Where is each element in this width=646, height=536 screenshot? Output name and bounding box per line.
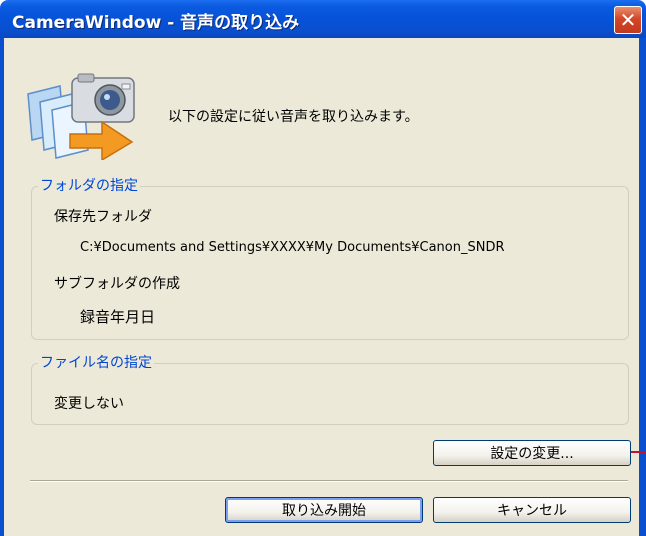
- filename-settings-group: ファイル名の指定: [31, 355, 629, 425]
- dialog-window: CameraWindow - 音声の取り込み ✕ 以下の設定に従い音声を取り込み…: [0, 0, 646, 536]
- callout-line: [631, 451, 646, 453]
- subfolder-label: サブフォルダの作成: [54, 276, 180, 292]
- save-folder-path: C:¥Documents and Settings¥XXXX¥My Docume…: [80, 240, 505, 255]
- start-import-button[interactable]: 取り込み開始: [225, 497, 423, 523]
- folder-group-legend: フォルダの指定: [40, 178, 138, 194]
- title-bar[interactable]: CameraWindow - 音声の取り込み ✕: [0, 0, 646, 38]
- close-icon: ✕: [619, 8, 637, 32]
- filename-group-legend: ファイル名の指定: [40, 355, 152, 371]
- filename-value: 変更しない: [54, 396, 124, 412]
- window-title: CameraWindow - 音声の取り込み: [12, 13, 300, 33]
- close-button[interactable]: ✕: [614, 6, 642, 34]
- camera-transfer-icon: [27, 73, 135, 160]
- cancel-button[interactable]: キャンセル: [433, 497, 631, 523]
- window-frame-right: [639, 38, 646, 536]
- save-folder-label: 保存先フォルダ: [54, 209, 152, 225]
- instruction-message: 以下の設定に従い音声を取り込みます。: [168, 109, 419, 125]
- separator-line: [30, 480, 628, 482]
- change-settings-button[interactable]: 設定の変更...: [433, 440, 631, 466]
- subfolder-value: 録音年月日: [80, 308, 156, 326]
